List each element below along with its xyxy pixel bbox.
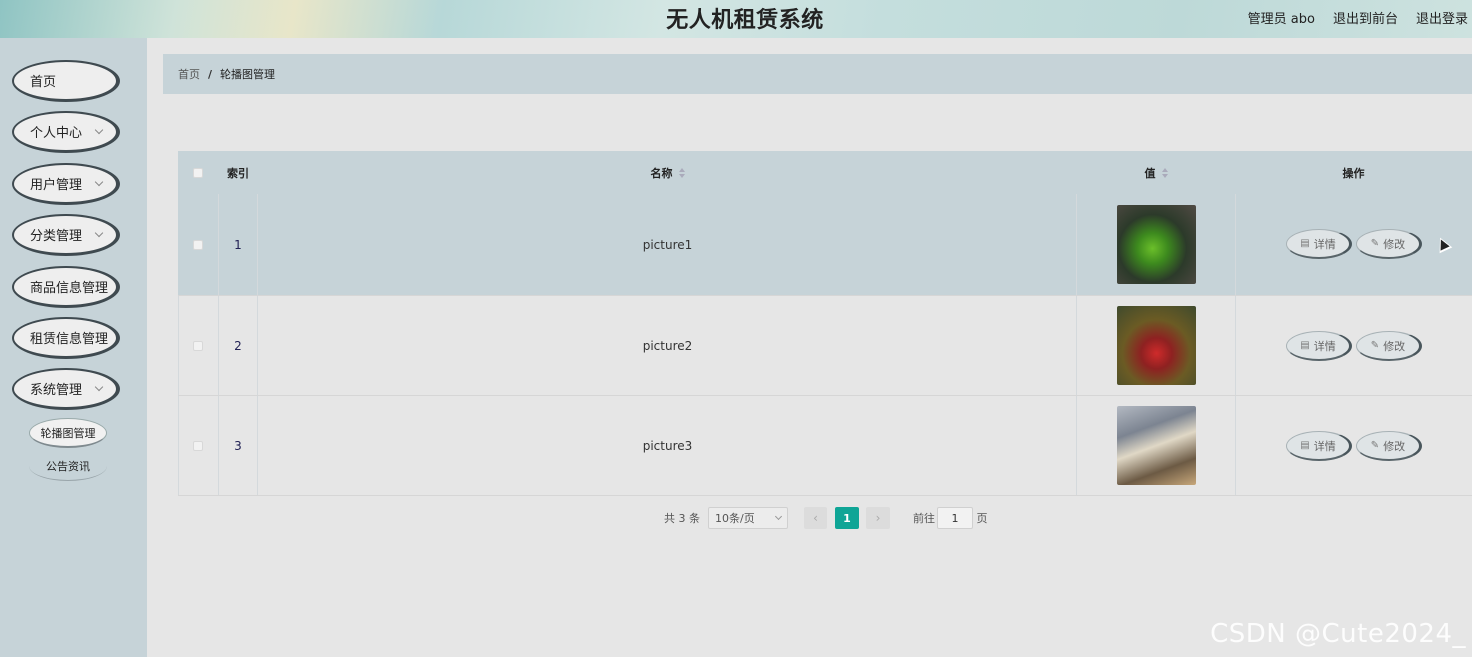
green-race-car-image [1116,205,1196,284]
edit-button[interactable]: ✎ 修改 [1356,331,1422,361]
sidebar-item-product-info[interactable]: 商品信息管理 [12,266,120,308]
row-index: 1 [234,237,242,252]
edit-button-label: 修改 [1383,339,1406,353]
sidebar-item-label: 系统管理 [30,383,83,398]
sidebar-subitem-carousel[interactable]: 轮播图管理 [29,418,107,448]
detail-button[interactable]: ▤ 详情 [1286,331,1352,361]
select-all-checkbox[interactable] [193,167,203,178]
breadcrumb-current: 轮播图管理 [220,68,276,81]
page-suffix-label: 页 [976,512,988,525]
goto-label: 前往 [913,512,935,525]
sidebar-subitem-label: 轮播图管理 [40,426,96,440]
sidebar-item-system-management[interactable]: 系统管理 [12,368,120,410]
sidebar-item-label: 个人中心 [30,126,83,141]
row-index: 2 [234,338,242,353]
sidebar-item-label: 分类管理 [30,229,83,244]
white-race-car-image [1116,406,1196,485]
header-actions: 操作 [1235,151,1472,194]
row-value-cell [1077,396,1235,495]
edit-button-label: 修改 [1383,439,1406,453]
sidebar-subitem-label: 公告资讯 [46,459,90,473]
chevron-down-icon [94,228,104,238]
prev-page-button[interactable]: ‹ [804,507,827,529]
detail-button[interactable]: ▤ 详情 [1286,229,1352,259]
sidebar-item-category-management[interactable]: 分类管理 [12,214,120,256]
sidebar-subitem-announcements[interactable]: 公告资讯 [29,451,107,481]
header-actions-label: 操作 [1342,166,1365,180]
header-name-label: 名称 [650,166,673,180]
pencil-icon: ✎ [1370,238,1380,249]
row-select-cell [178,296,218,395]
sidebar-item-personal-center[interactable]: 个人中心 [12,111,120,153]
chevron-down-icon [94,125,104,135]
detail-button-label: 详情 [1313,339,1336,353]
chevron-down-icon [774,512,783,521]
header-links: 管理员 abo 退出到前台 退出登录 [1248,8,1468,27]
detail-button[interactable]: ▤ 详情 [1286,431,1352,461]
next-page-button[interactable]: › [866,507,890,529]
header-index-label: 索引 [227,166,249,180]
sidebar-item-rental-info[interactable]: 租赁信息管理 [12,317,120,359]
sidebar-item-user-management[interactable]: 用户管理 [12,163,120,205]
row-select-cell [178,194,218,295]
page-number-current[interactable]: 1 [835,507,859,529]
row-checkbox[interactable] [193,239,203,250]
row-select-cell [178,396,218,495]
row-value-cell [1077,296,1235,395]
row-index: 3 [234,438,242,453]
breadcrumb-separator: / [208,67,213,81]
admin-user-label[interactable]: 管理员 abo [1248,8,1315,27]
pagination: 共 3 条 10条/页 ‹ 1 › 前往 1 页 [0,507,1472,529]
sidebar-item-label: 商品信息管理 [30,281,109,296]
chevron-left-icon: ‹ [813,511,818,525]
edit-button-label: 修改 [1383,237,1406,251]
header-value[interactable]: 值 [1077,151,1235,194]
chevron-down-icon [94,382,104,392]
header-select-all-cell [178,151,218,194]
header-index: 索引 [218,151,258,194]
document-icon: ▤ [1300,440,1310,451]
chevron-right-icon: › [875,511,881,525]
detail-button-label: 详情 [1313,237,1336,251]
row-checkbox[interactable] [193,340,203,351]
sidebar-item-label: 用户管理 [30,178,83,193]
logout-link[interactable]: 退出登录 [1416,8,1468,27]
document-icon: ▤ [1300,238,1310,249]
top-header: 无人机租赁系统 管理员 abo 退出到前台 退出登录 [0,0,1472,38]
exit-to-front-link[interactable]: 退出到前台 [1333,8,1398,27]
pencil-icon: ✎ [1370,440,1380,451]
table-row: 2 picture2 ▤ 详情 ✎ 修改 [178,295,1472,395]
red-race-car-image [1116,306,1196,385]
table-row: 3 picture3 ▤ 详情 ✎ 修改 [178,395,1472,496]
sidebar-item-label: 首页 [30,75,57,90]
row-value-cell [1077,194,1235,295]
header-name[interactable]: 名称 [258,151,1077,194]
table-header-row: 索引 名称 值 操作 [178,151,1472,194]
row-checkbox[interactable] [193,440,203,451]
csdn-watermark: CSDN @Cute2024_ [1210,619,1466,649]
table-row: 1 picture1 ▤ 详情 ✎ 修改 [178,194,1472,295]
detail-button-label: 详情 [1313,439,1336,453]
breadcrumb: 首页 / 轮播图管理 [163,54,1472,94]
breadcrumb-home[interactable]: 首页 [178,66,200,82]
row-name: picture2 [642,338,693,353]
row-name: picture3 [642,438,693,453]
header-value-label: 值 [1144,166,1156,180]
sort-icon[interactable] [678,167,685,178]
sort-icon[interactable] [1161,167,1168,178]
sidebar-item-label: 租赁信息管理 [30,332,109,347]
sidebar-item-home[interactable]: 首页 [12,60,120,102]
pencil-icon: ✎ [1370,340,1380,351]
page-size-value: 10条/页 [715,512,755,525]
chevron-down-icon [94,177,104,187]
edit-button[interactable]: ✎ 修改 [1356,229,1422,259]
document-icon: ▤ [1300,340,1310,351]
edit-button[interactable]: ✎ 修改 [1356,431,1422,461]
goto-page-input[interactable]: 1 [937,507,973,529]
sidebar: 首页 个人中心 用户管理 分类管理 商品信息管理 租赁信息管理 系统管理 轮播图… [0,38,147,657]
page-size-select[interactable]: 10条/页 [708,507,788,529]
pagination-total: 共 3 条 [664,512,700,525]
row-name: picture1 [642,237,693,252]
